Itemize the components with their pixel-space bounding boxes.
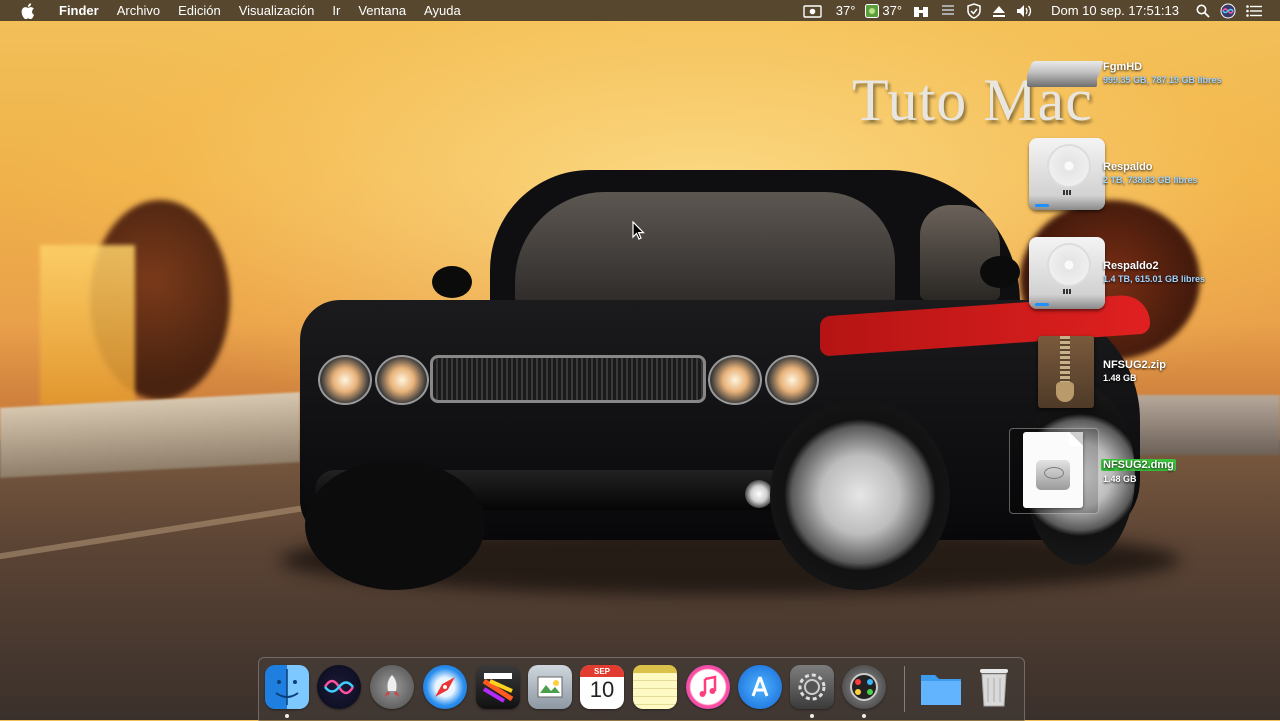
menu-archivo[interactable]: Archivo [108, 0, 169, 21]
dock: SEP 10 [258, 657, 1025, 721]
menu-ayuda[interactable]: Ayuda [415, 0, 470, 21]
desktop-item-name: Respaldo2 [1103, 260, 1159, 272]
binoculars-icon[interactable] [907, 0, 935, 21]
calendar-icon[interactable]: SEP 10 [580, 665, 624, 709]
car-wheel [770, 400, 950, 590]
headlight [708, 355, 762, 405]
notification-center-icon[interactable] [1241, 0, 1280, 21]
finder-icon[interactable] [265, 665, 309, 709]
downloads-folder-icon[interactable] [919, 665, 963, 709]
system-preferences-icon[interactable] [790, 665, 834, 709]
menu-app-finder[interactable]: Finder [50, 0, 108, 21]
shield-icon[interactable] [961, 0, 987, 21]
siri-icon[interactable] [1215, 0, 1241, 21]
desktop-item-name: Respaldo [1103, 161, 1153, 173]
desktop-item-info: 999.35 GB, 787.19 GB libres [1103, 75, 1222, 85]
desktop-item-name: NFSUG2.dmg [1101, 459, 1176, 471]
desktop-item-info: 1.48 GB [1103, 474, 1137, 484]
running-indicator [810, 714, 814, 718]
running-indicator [862, 714, 866, 718]
apple-icon[interactable] [18, 0, 38, 21]
trash-icon[interactable] [972, 665, 1016, 709]
hard-drive-icon [1029, 138, 1105, 210]
disk-image-icon [1023, 432, 1083, 508]
car-windshield [515, 192, 895, 307]
desktop-item-info: 2 TB, 738.83 GB libres [1103, 175, 1198, 185]
notes-icon[interactable] [633, 665, 677, 709]
headlight [765, 355, 819, 405]
car-wheel [305, 460, 485, 590]
running-indicator [285, 714, 289, 718]
eject-icon[interactable] [987, 0, 1011, 21]
cpu-temp-value: 37° [835, 3, 856, 18]
zip-archive-icon [1038, 336, 1094, 408]
itunes-icon[interactable] [686, 665, 730, 709]
gpu-temperature[interactable]: 37° [860, 0, 907, 21]
headlight [375, 355, 429, 405]
desktop-item-name: FgmHD [1103, 61, 1143, 73]
menu-visualizacion[interactable]: Visualización [230, 0, 324, 21]
menu-edicion[interactable]: Edición [169, 0, 230, 21]
hard-drive-icon [1029, 237, 1105, 309]
calendar-month: SEP [593, 667, 610, 676]
safari-icon[interactable] [423, 665, 467, 709]
fog-light [745, 480, 773, 508]
background-billboard [40, 245, 135, 405]
preview-icon[interactable] [528, 665, 572, 709]
mouse-cursor-icon [632, 221, 645, 240]
menu-ventana[interactable]: Ventana [349, 0, 415, 21]
stack-icon[interactable] [935, 0, 961, 21]
siri-icon[interactable] [317, 665, 361, 709]
dock-separator [904, 666, 905, 712]
spotlight-icon[interactable] [1191, 0, 1215, 21]
app-store-icon[interactable] [738, 665, 782, 709]
car-side-window [920, 205, 1000, 300]
calendar-day: 10 [589, 677, 615, 702]
car-image [280, 170, 1180, 600]
gpu-icon [865, 3, 880, 18]
launchpad-icon[interactable] [370, 665, 414, 709]
car-mirror [432, 266, 472, 298]
final-cut-pro-icon[interactable] [476, 665, 520, 709]
clock[interactable]: Dom 10 sep. 17:51:13 [1039, 0, 1191, 21]
photo-booth-icon[interactable] [842, 665, 886, 709]
screen-record-icon[interactable] [798, 0, 828, 21]
desktop-item-info: 1.48 GB [1103, 373, 1137, 383]
menu-ir[interactable]: Ir [323, 0, 349, 21]
headlight [318, 355, 372, 405]
external-drive-icon [1025, 61, 1105, 89]
desktop-item-info: 1.4 TB, 615.01 GB libres [1103, 274, 1206, 284]
car-grille [430, 355, 706, 403]
volume-icon[interactable] [1011, 0, 1039, 21]
desktop-item-name: NFSUG2.zip [1103, 359, 1166, 371]
cpu-temperature[interactable]: 37° [828, 0, 861, 21]
car-mirror [980, 256, 1020, 288]
menu-bar: Finder Archivo Edición Visualización Ir … [0, 0, 1280, 21]
gpu-temp-value: 37° [882, 3, 903, 18]
